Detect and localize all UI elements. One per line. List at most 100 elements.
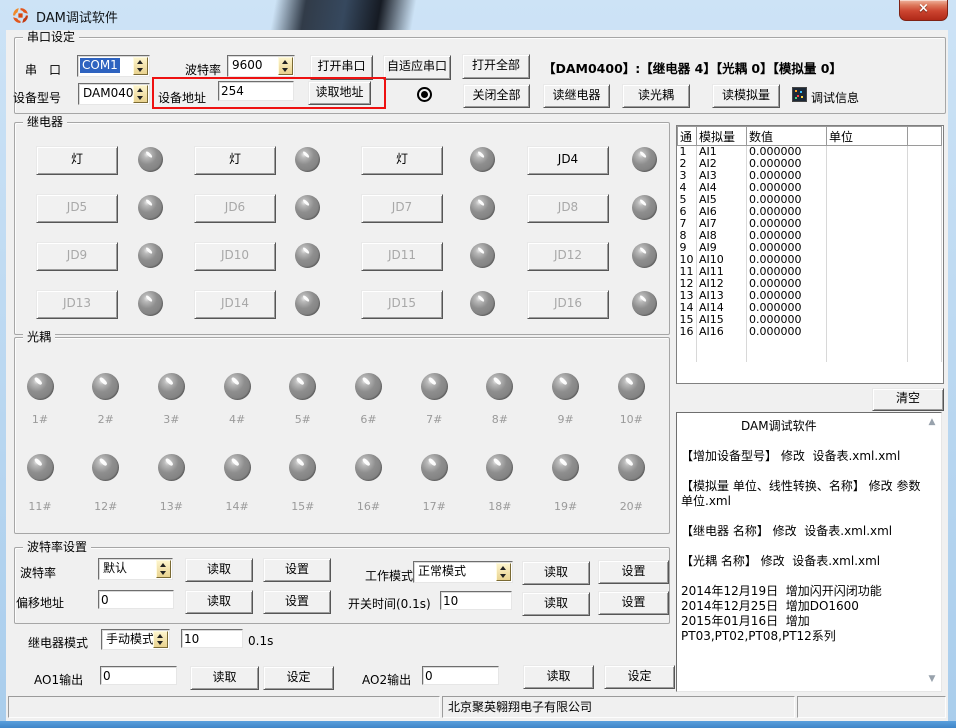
baud-rate-combo[interactable]: 9600 xyxy=(227,55,295,77)
relay-button-JD8[interactable]: JD8 xyxy=(527,194,609,223)
read-relay-button[interactable]: 读继电器 xyxy=(543,84,610,108)
baud-set-combo[interactable]: 默认 xyxy=(98,558,173,580)
combo-dropdown-icon[interactable] xyxy=(153,631,168,648)
open-all-button[interactable]: 打开全部 xyxy=(462,54,530,79)
switch-time-set-button[interactable]: 设置 xyxy=(598,591,669,615)
relay-button-JD4[interactable]: JD4 xyxy=(527,146,609,175)
read-analog-button[interactable]: 读模拟量 xyxy=(712,84,780,108)
opto-channel-label: 12# xyxy=(90,500,122,513)
opto-channel-label: 8# xyxy=(484,413,516,426)
relay-button-JD6[interactable]: JD6 xyxy=(194,194,276,223)
opto-channel-label: 6# xyxy=(353,413,385,426)
switch-time-read-button[interactable]: 读取 xyxy=(522,592,590,616)
table-row: 14AI140.000000 xyxy=(678,302,942,314)
ao1-set-button[interactable]: 设定 xyxy=(263,666,334,690)
table-row: 11AI110.000000 xyxy=(678,266,942,278)
clear-button[interactable]: 清空 xyxy=(872,388,944,411)
relay-button-JD12[interactable]: JD12 xyxy=(527,242,609,271)
switch-time-input[interactable] xyxy=(440,591,512,610)
close-button[interactable]: × xyxy=(899,0,948,21)
device-summary-text: 【DAM0400】:【继电器 4】【光耦 0】【模拟量 0】 xyxy=(543,58,842,77)
work-mode-combo[interactable]: 正常模式 xyxy=(413,561,513,583)
relay-button-JD9[interactable]: JD9 xyxy=(36,242,118,271)
window-bottom-border xyxy=(0,721,956,728)
device-address-label: 设备地址 xyxy=(158,89,206,106)
ao2-read-button[interactable]: 读取 xyxy=(523,665,594,689)
ao2-input[interactable] xyxy=(422,666,499,685)
combo-dropdown-icon[interactable] xyxy=(133,85,148,103)
debug-info-toggle[interactable]: 调试信息 xyxy=(811,89,859,106)
combo-dropdown-icon[interactable] xyxy=(278,57,293,75)
relay-button-JD13[interactable]: JD13 xyxy=(36,290,118,319)
opto-channel-label: 17# xyxy=(418,500,450,513)
opto-channel-label: 19# xyxy=(550,500,582,513)
read-opto-button[interactable]: 读光耦 xyxy=(622,84,690,108)
close-all-button[interactable]: 关闭全部 xyxy=(463,84,530,108)
relay-mode-combo[interactable]: 手动模式 xyxy=(101,629,170,650)
opto-channel-label: 7# xyxy=(418,413,450,426)
col-analog: 模拟量 xyxy=(697,127,747,146)
debug-info-icon xyxy=(792,87,807,102)
baud-settings-group-label: 波特率设置 xyxy=(23,540,91,555)
relay-led-indicator xyxy=(138,195,163,220)
relay-button-JD14[interactable]: JD14 xyxy=(194,290,276,319)
ao1-read-button[interactable]: 读取 xyxy=(190,666,259,690)
auto-serial-button[interactable]: 自适应串口 xyxy=(383,55,451,80)
device-model-label: 设备型号 xyxy=(13,89,61,106)
relay-button-灯[interactable]: 灯 xyxy=(361,146,443,175)
opto-led-indicator xyxy=(618,454,645,481)
opto-channel-label: 3# xyxy=(155,413,187,426)
com-port-combo[interactable]: COM1 xyxy=(77,55,150,77)
ao2-set-button[interactable]: 设定 xyxy=(604,665,675,689)
combo-dropdown-icon[interactable] xyxy=(496,563,511,581)
opto-led-indicator xyxy=(158,373,185,400)
device-model-combo[interactable]: DAM0400 xyxy=(78,83,150,105)
table-row: 9AI90.000000 xyxy=(678,242,942,254)
device-address-input[interactable] xyxy=(218,81,294,101)
status-bar-right xyxy=(797,696,946,718)
ao1-input[interactable] xyxy=(100,666,177,685)
table-row: 3AI30.000000 xyxy=(678,170,942,182)
relay-led-indicator xyxy=(632,243,657,268)
relay-led-indicator xyxy=(470,291,495,316)
baud-set-button[interactable]: 设置 xyxy=(263,558,331,582)
table-header-row: 通 模拟量 数值 单位 xyxy=(678,127,942,146)
relay-button-JD5[interactable]: JD5 xyxy=(36,194,118,223)
baud-read-button[interactable]: 读取 xyxy=(185,558,253,582)
relay-button-JD7[interactable]: JD7 xyxy=(361,194,443,223)
relay-button-JD16[interactable]: JD16 xyxy=(527,290,609,319)
ao2-label: AO2输出 xyxy=(362,671,411,688)
offset-set-button[interactable]: 设置 xyxy=(263,590,331,614)
work-mode-set-button[interactable]: 设置 xyxy=(598,560,669,584)
relay-led-indicator xyxy=(295,291,320,316)
offset-read-button[interactable]: 读取 xyxy=(185,590,253,614)
opto-channel-label: 20# xyxy=(615,500,647,513)
scroll-up-icon[interactable]: ▲ xyxy=(926,417,938,427)
opto-led-indicator xyxy=(224,373,251,400)
relay-led-indicator xyxy=(632,147,657,172)
opto-channel-label: 15# xyxy=(287,500,319,513)
opto-led-indicator xyxy=(421,373,448,400)
opto-led-indicator xyxy=(552,454,579,481)
combo-dropdown-icon[interactable] xyxy=(133,57,148,75)
work-mode-read-button[interactable]: 读取 xyxy=(522,561,590,585)
col-channel: 通 xyxy=(678,127,697,146)
serial-group-label: 串口设定 xyxy=(23,30,79,45)
combo-dropdown-icon[interactable] xyxy=(156,560,171,578)
offset-address-input[interactable] xyxy=(98,590,174,609)
relay-button-JD15[interactable]: JD15 xyxy=(361,290,443,319)
relay-button-JD10[interactable]: JD10 xyxy=(194,242,276,271)
analog-table-body: 1AI10.0000002AI20.0000003AI30.0000004AI4… xyxy=(678,146,942,363)
relay-led-indicator xyxy=(470,147,495,172)
log-text-area[interactable]: DAM调试软件 【增加设备型号】 修改 设备表.xml.xml 【模拟量 单位、… xyxy=(676,412,942,692)
relay-button-JD11[interactable]: JD11 xyxy=(361,242,443,271)
opto-led-indicator xyxy=(421,454,448,481)
relay-button-灯[interactable]: 灯 xyxy=(194,146,276,175)
relay-button-灯[interactable]: 灯 xyxy=(36,146,118,175)
scroll-down-icon[interactable]: ▼ xyxy=(926,674,938,684)
relay-led-indicator xyxy=(138,291,163,316)
relay-mode-time-input[interactable] xyxy=(181,629,243,648)
comm-status-indicator xyxy=(417,87,432,102)
read-address-button[interactable]: 读取地址 xyxy=(308,81,371,105)
relay-led-indicator xyxy=(470,195,495,220)
